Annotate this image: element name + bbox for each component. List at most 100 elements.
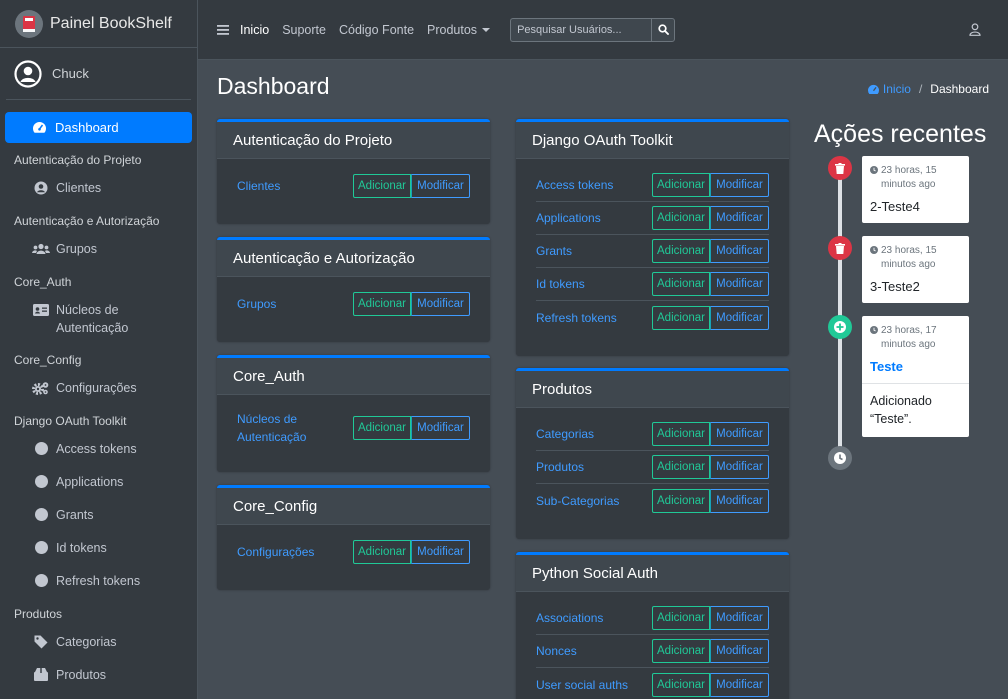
add-button[interactable]: Adicionar: [652, 606, 710, 630]
top-navbar: Inicio Suporte Código Fonte Produtos: [198, 0, 1008, 60]
model-link[interactable]: Refresh tokens: [536, 309, 617, 327]
model-link[interactable]: Nonces: [536, 642, 577, 660]
nav-link-suporte[interactable]: Suporte: [282, 23, 326, 37]
add-button[interactable]: Adicionar: [652, 305, 710, 330]
tachometer-icon: [867, 84, 879, 94]
add-button[interactable]: Adicionar: [353, 291, 411, 316]
brand-link[interactable]: Painel BookShelf: [0, 0, 197, 48]
sidebar-item-categorias[interactable]: Categorias: [0, 625, 197, 658]
trash-icon: [828, 236, 852, 260]
model-link[interactable]: User social auths: [536, 676, 628, 694]
add-button[interactable]: Adicionar: [652, 239, 710, 263]
sidebar-item-label: Grupos: [56, 241, 97, 256]
add-button[interactable]: Adicionar: [652, 272, 710, 296]
model-row: Refresh tokens Adicionar Modificar: [536, 301, 769, 334]
sidebar-item-id-tokens[interactable]: Id tokens: [0, 531, 197, 564]
card-django-oauth: Django OAuth Toolkit Access tokens Adicio…: [516, 119, 789, 356]
add-button[interactable]: Adicionar: [353, 539, 411, 564]
modify-button[interactable]: Modificar: [710, 672, 769, 697]
sidebar-item-label: Grants: [56, 507, 94, 522]
modify-button[interactable]: Modificar: [710, 305, 769, 330]
modify-button[interactable]: Modificar: [411, 416, 470, 440]
card-title: Python Social Auth: [516, 555, 789, 592]
model-link[interactable]: Access tokens: [536, 176, 613, 194]
modify-button[interactable]: Modificar: [710, 455, 769, 479]
card-auth-autorizacao: Autenticação e Autorização Grupos Adicion…: [217, 237, 490, 342]
modify-button[interactable]: Modificar: [411, 173, 470, 198]
search-input[interactable]: [510, 17, 652, 42]
model-link[interactable]: Id tokens: [536, 275, 585, 293]
user-menu-icon[interactable]: [969, 23, 981, 36]
sidebar-item-produtos[interactable]: Produtos: [0, 658, 197, 691]
add-button[interactable]: Adicionar: [652, 422, 710, 446]
sidebar-item-refresh-tokens[interactable]: Refresh tokens: [0, 564, 197, 597]
model-row: Nonces Adicionar Modificar: [536, 635, 769, 668]
card-core-auth: Core_Auth Núcleos de Autenticação Adicion…: [217, 355, 490, 472]
breadcrumb: Inicio / Dashboard: [867, 82, 989, 96]
model-link[interactable]: Grupos: [237, 295, 276, 313]
modify-button[interactable]: Modificar: [710, 173, 769, 197]
model-link[interactable]: Sub-Categorias: [536, 492, 619, 510]
add-button[interactable]: Adicionar: [652, 206, 710, 230]
add-button[interactable]: Adicionar: [652, 488, 710, 513]
add-button[interactable]: Adicionar: [652, 639, 710, 663]
timeline-item: 23 horas, 15 minutos ago 3-Teste2: [862, 236, 969, 303]
sidebar-header-core-auth: Core_Auth: [14, 275, 72, 289]
add-button[interactable]: Adicionar: [353, 173, 411, 198]
timeline-link[interactable]: Teste: [862, 352, 969, 383]
model-row: Categorias Adicionar Modificar: [536, 418, 769, 451]
sidebar-header-core-config: Core_Config: [14, 353, 82, 367]
brand-title: Painel BookShelf: [50, 14, 172, 32]
model-link[interactable]: Grants: [536, 242, 572, 260]
sidebar-item-configuracoes[interactable]: Configurações: [0, 371, 197, 404]
hamburger-menu-icon[interactable]: [217, 24, 229, 35]
sidebar-item-access-tokens[interactable]: Access tokens: [0, 432, 197, 465]
add-button[interactable]: Adicionar: [652, 455, 710, 479]
modify-button[interactable]: Modificar: [710, 488, 769, 513]
sidebar-header-oauth: Django OAuth Toolkit: [14, 414, 127, 428]
modify-button[interactable]: Modificar: [411, 539, 470, 564]
timeline-time: 23 horas, 17 minutos ago: [862, 316, 969, 352]
timeline-time-text: 23 horas, 15 minutos ago: [881, 245, 937, 270]
modify-button[interactable]: Modificar: [710, 422, 769, 446]
modify-button[interactable]: Modificar: [710, 639, 769, 663]
model-row: Access tokens Adicionar Modificar: [536, 169, 769, 202]
sidebar-item-grupos[interactable]: Grupos: [0, 232, 197, 265]
timeline-header: 3-Teste2: [870, 279, 920, 294]
sidebar-header-auth-projeto: Autenticação do Projeto: [14, 153, 142, 167]
breadcrumb-current: Dashboard: [930, 82, 989, 96]
add-button[interactable]: Adicionar: [652, 672, 710, 697]
model-link[interactable]: Núcleos de Autenticação: [237, 410, 327, 446]
user-panel[interactable]: Chuck: [6, 48, 191, 100]
sidebar-item-label: Categorias: [56, 634, 117, 649]
circle-icon: [32, 574, 50, 587]
sidebar-item-clientes[interactable]: Clientes: [0, 171, 197, 204]
modify-button[interactable]: Modificar: [710, 206, 769, 230]
modify-button[interactable]: Modificar: [710, 239, 769, 263]
model-link[interactable]: Categorias: [536, 425, 594, 443]
nav-link-inicio[interactable]: Inicio: [240, 23, 269, 37]
search-button[interactable]: [651, 17, 676, 42]
model-link[interactable]: Applications: [536, 209, 601, 227]
modify-button[interactable]: Modificar: [411, 291, 470, 316]
modify-button[interactable]: Modificar: [710, 272, 769, 296]
sidebar-item-applications[interactable]: Applications: [0, 465, 197, 498]
add-button[interactable]: Adicionar: [353, 416, 411, 440]
model-link[interactable]: Clientes: [237, 177, 280, 195]
breadcrumb-home-link[interactable]: Inicio: [867, 82, 911, 96]
model-row: Clientes Adicionar Modificar: [237, 169, 470, 202]
sidebar-item-label: Produtos: [56, 667, 107, 682]
sidebar-item-nucleos[interactable]: Núcleos de Autenticação: [0, 293, 197, 343]
model-link[interactable]: Produtos: [536, 458, 584, 476]
model-link[interactable]: Associations: [536, 609, 603, 627]
model-link[interactable]: Configurações: [237, 543, 314, 561]
search-icon: [657, 24, 669, 35]
circle-icon: [32, 508, 50, 521]
tachometer-icon: [32, 121, 47, 134]
nav-dropdown-produtos[interactable]: Produtos: [427, 23, 491, 37]
nav-link-codigo-fonte[interactable]: Código Fonte: [339, 23, 414, 37]
sidebar-item-grants[interactable]: Grants: [0, 498, 197, 531]
sidebar-item-dashboard[interactable]: Dashboard: [5, 112, 192, 143]
add-button[interactable]: Adicionar: [652, 173, 710, 197]
modify-button[interactable]: Modificar: [710, 606, 769, 630]
